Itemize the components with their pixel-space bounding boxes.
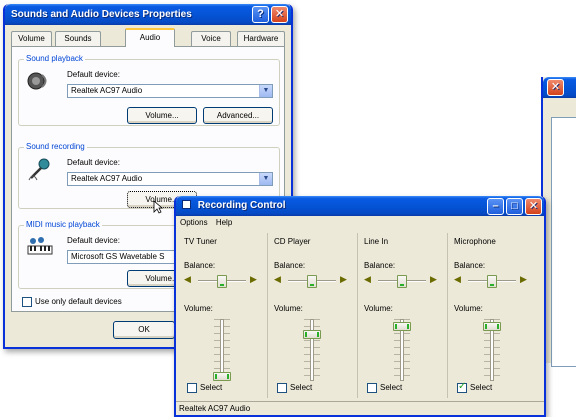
channel-cd-player: CD Player Balance: ◀ ▶ Volume: Select bbox=[270, 233, 358, 398]
balance-label: Balance: bbox=[454, 261, 486, 270]
balance-label: Balance: bbox=[274, 261, 306, 270]
menu-help[interactable]: Help bbox=[216, 218, 232, 227]
background-window-titlebar[interactable]: ✕ bbox=[543, 77, 576, 98]
sound-recording-label: Sound recording bbox=[24, 142, 87, 151]
volume-slider-thumb[interactable] bbox=[483, 321, 501, 331]
channel-microphone: Microphone Balance: ◀ ▶ Volume: Select bbox=[450, 233, 538, 398]
tab-volume[interactable]: Volume bbox=[11, 31, 52, 46]
sound-playback-label: Sound playback bbox=[24, 54, 85, 63]
select-label: Select bbox=[200, 383, 223, 392]
balance-slider-thumb[interactable] bbox=[307, 275, 317, 288]
properties-title: Sounds and Audio Devices Properties bbox=[11, 9, 192, 20]
volume-track[interactable] bbox=[310, 319, 314, 381]
midi-default-label: Default device: bbox=[67, 236, 120, 245]
tab-hardware[interactable]: Hardware bbox=[237, 31, 285, 46]
select-checkbox[interactable] bbox=[367, 383, 377, 393]
status-bar: Realtek AC97 Audio bbox=[176, 401, 544, 415]
balance-slider-thumb[interactable] bbox=[487, 275, 497, 288]
select-checkbox[interactable] bbox=[187, 383, 197, 393]
balance-slider-thumb[interactable] bbox=[217, 275, 227, 288]
recording-control-titlebar[interactable]: Recording Control – □ ✕ bbox=[176, 196, 544, 216]
volume-label: Volume: bbox=[364, 304, 393, 313]
properties-titlebar[interactable]: Sounds and Audio Devices Properties ? ✕ bbox=[5, 4, 291, 25]
channel-name: Microphone bbox=[454, 237, 496, 246]
tab-voice[interactable]: Voice bbox=[191, 31, 231, 46]
status-text: Realtek AC97 Audio bbox=[179, 404, 251, 413]
channel-line-in: Line In Balance: ◀ ▶ Volume: Select bbox=[360, 233, 448, 398]
recording-control-title: Recording Control bbox=[197, 200, 286, 211]
chevron-down-icon: ▼ bbox=[259, 85, 272, 97]
volume-label: Volume: bbox=[274, 304, 303, 313]
menu-bar: Options Help bbox=[176, 216, 544, 229]
close-button[interactable]: ✕ bbox=[271, 6, 288, 23]
channel-name: CD Player bbox=[274, 237, 311, 246]
channel-name: TV Tuner bbox=[184, 237, 217, 246]
volume-slider-thumb[interactable] bbox=[213, 372, 231, 381]
use-default-label: Use only default devices bbox=[35, 297, 122, 306]
channel-tv-tuner: TV Tuner Balance: ◀ ▶ Volume: Select bbox=[180, 233, 268, 398]
balance-label: Balance: bbox=[184, 261, 216, 270]
midi-device-value: Microsoft GS Wavetable S bbox=[71, 252, 165, 261]
help-button[interactable]: ? bbox=[252, 6, 269, 23]
select-label: Select bbox=[380, 383, 403, 392]
ok-button[interactable]: OK bbox=[113, 321, 175, 339]
speaker-left-icon: ◀ bbox=[454, 274, 461, 284]
playback-device-select[interactable]: Realtek AC97 Audio ▼ bbox=[67, 84, 273, 98]
maximize-button[interactable]: □ bbox=[506, 198, 523, 215]
background-window: ✕ bbox=[541, 77, 576, 367]
volume-label: Volume: bbox=[184, 304, 213, 313]
recording-control-window: Recording Control – □ ✕ Options Help TV … bbox=[174, 196, 546, 417]
volume-slider-thumb[interactable] bbox=[303, 329, 321, 339]
speaker-right-icon: ▶ bbox=[430, 274, 437, 284]
menu-options[interactable]: Options bbox=[180, 218, 208, 227]
playback-device-value: Realtek AC97 Audio bbox=[71, 86, 143, 95]
mouse-cursor-icon bbox=[153, 200, 164, 216]
recording-device-value: Realtek AC97 Audio bbox=[71, 174, 143, 183]
minimize-button[interactable]: – bbox=[487, 198, 504, 215]
volume-slider-thumb[interactable] bbox=[393, 321, 411, 331]
speaker-right-icon: ▶ bbox=[340, 274, 347, 284]
sound-playback-group: Sound playback Default device: Realtek A… bbox=[18, 54, 280, 126]
select-checkbox[interactable] bbox=[457, 381, 467, 393]
select-label: Select bbox=[290, 383, 313, 392]
speaker-left-icon: ◀ bbox=[364, 274, 371, 284]
playback-default-label: Default device: bbox=[67, 70, 120, 79]
background-window-content bbox=[551, 117, 576, 367]
playback-advanced-button[interactable]: Advanced... bbox=[203, 107, 273, 124]
midi-playback-label: MIDI music playback bbox=[24, 220, 102, 229]
speaker-icon bbox=[27, 72, 51, 90]
use-default-checkbox[interactable] bbox=[22, 297, 32, 307]
channel-name: Line In bbox=[364, 237, 389, 246]
select-checkbox[interactable] bbox=[277, 383, 287, 393]
background-close-button[interactable]: ✕ bbox=[547, 79, 564, 96]
recording-default-label: Default device: bbox=[67, 158, 120, 167]
playback-volume-button[interactable]: Volume... bbox=[127, 107, 197, 124]
chevron-down-icon: ▼ bbox=[259, 173, 272, 185]
speaker-right-icon: ▶ bbox=[250, 274, 257, 284]
microphone-icon bbox=[27, 158, 51, 182]
recording-device-select[interactable]: Realtek AC97 Audio ▼ bbox=[67, 172, 273, 186]
midi-device-icon bbox=[27, 236, 53, 258]
volume-label: Volume: bbox=[454, 304, 483, 313]
tab-sounds[interactable]: Sounds bbox=[55, 31, 101, 46]
speaker-left-icon: ◀ bbox=[184, 274, 191, 284]
mixer-app-icon bbox=[182, 200, 191, 209]
select-label: Select bbox=[470, 383, 493, 392]
close-button[interactable]: ✕ bbox=[525, 198, 542, 215]
speaker-right-icon: ▶ bbox=[520, 274, 527, 284]
balance-label: Balance: bbox=[364, 261, 396, 270]
speaker-left-icon: ◀ bbox=[274, 274, 281, 284]
balance-slider-thumb[interactable] bbox=[397, 275, 407, 288]
tab-audio[interactable]: Audio bbox=[125, 28, 175, 47]
